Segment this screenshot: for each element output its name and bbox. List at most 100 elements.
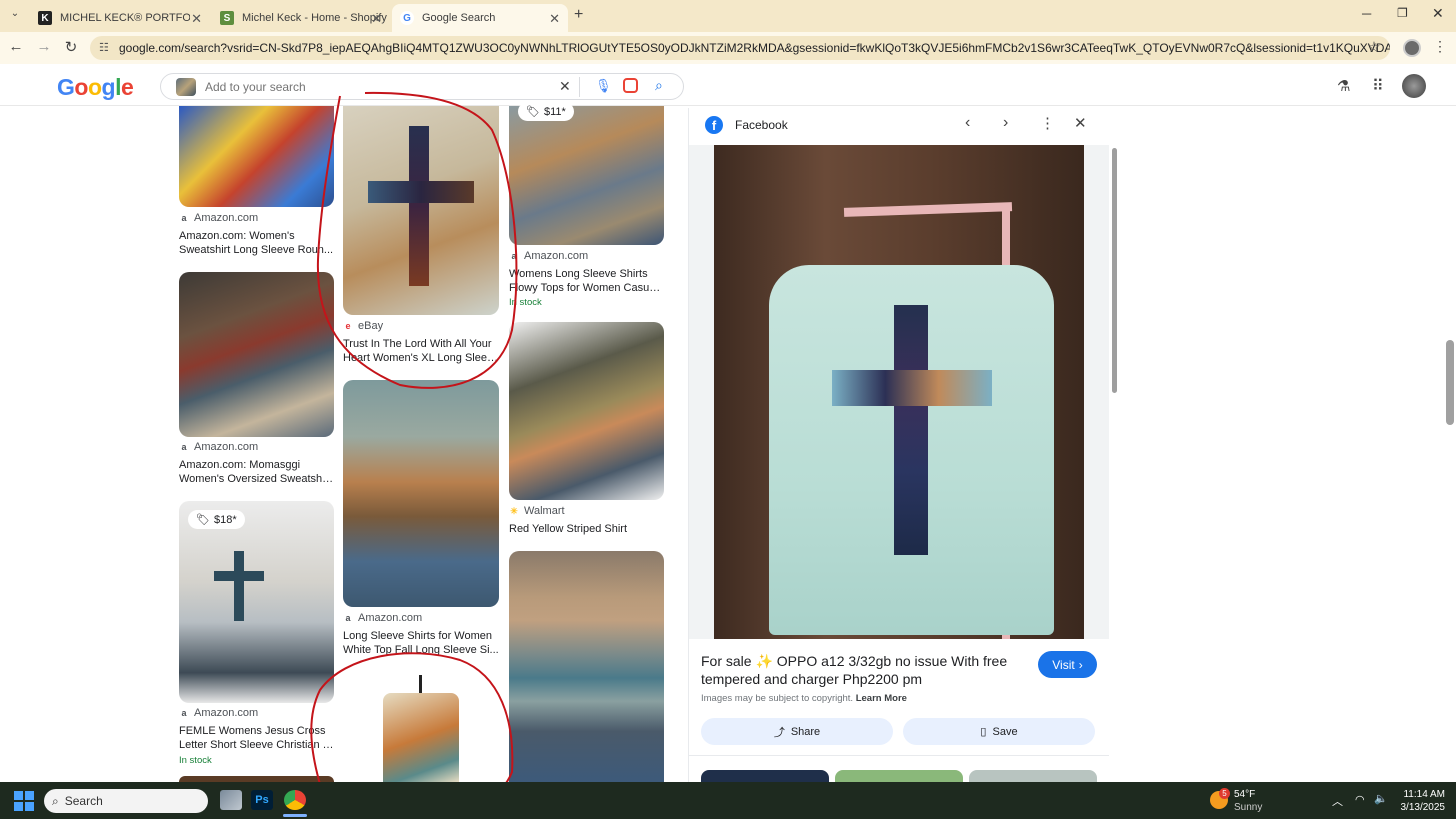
close-panel-icon[interactable]: ✕ <box>1074 114 1087 132</box>
wifi-icon[interactable]: ◠ <box>1355 793 1365 806</box>
search-icon: ⌕ <box>52 793 59 808</box>
close-icon[interactable]: ✕ <box>191 11 202 27</box>
visit-button[interactable]: Visit › <box>1038 651 1097 678</box>
search-input[interactable] <box>205 78 545 96</box>
clock-time[interactable]: 11:14 AM <box>1393 789 1445 800</box>
stock-status: In stock <box>509 297 542 308</box>
apps-grid-icon[interactable]: ⠿ <box>1372 76 1384 96</box>
cross-graphic <box>894 305 928 555</box>
shopify-icon: S <box>220 11 234 25</box>
related-image[interactable] <box>701 770 829 782</box>
result-title[interactable]: Amazon.com: Women's Sweatshirt Long Sleev… <box>179 229 335 257</box>
learn-more-link[interactable]: Learn More <box>856 693 907 704</box>
result-image[interactable] <box>509 322 664 500</box>
result-title[interactable]: Womens Long Sleeve Shirts Flowy Tops for … <box>509 267 665 295</box>
weather-badge: 5 <box>1219 788 1230 799</box>
price-tag-icon: 🏷 <box>526 106 540 118</box>
minimize-icon[interactable]: ─ <box>1362 6 1371 21</box>
panel-title[interactable]: For sale ✨ OPPO a12 3/32gb no issue With… <box>701 652 1021 688</box>
result-image[interactable] <box>179 272 334 437</box>
panel-main-image[interactable] <box>714 145 1084 639</box>
tab-shopify[interactable]: S Michel Keck - Home - Shopify ✕ <box>212 4 390 32</box>
result-source[interactable]: e eBay <box>343 320 383 332</box>
google-lens-icon[interactable] <box>623 78 638 93</box>
result-title[interactable]: Red Yellow Striped Shirt <box>509 522 665 536</box>
google-logo[interactable]: Google <box>57 74 134 101</box>
result-source[interactable]: a Amazon.com <box>179 212 258 224</box>
url-text: google.com/search?vsrid=CN-Skd7P8_iepAEQ… <box>119 41 1390 55</box>
related-image[interactable] <box>835 770 963 782</box>
result-title[interactable]: Amazon.com: Momasggi Women's Oversized Sw… <box>179 458 335 486</box>
result-image[interactable] <box>509 106 664 245</box>
weather-temp[interactable]: 54°F <box>1234 789 1255 800</box>
search-icon[interactable]: ⌕ <box>655 77 663 94</box>
panel-site-name[interactable]: Facebook <box>735 118 788 132</box>
result-source[interactable]: a Amazon.com <box>509 250 588 262</box>
result-image[interactable] <box>343 671 499 782</box>
tray-chevron-up-icon[interactable]: ︿ <box>1332 793 1343 809</box>
account-avatar[interactable] <box>1402 74 1426 98</box>
close-icon[interactable]: ✕ <box>371 11 382 27</box>
amazon-icon: a <box>181 213 187 223</box>
restore-icon[interactable]: ❐ <box>1397 6 1408 20</box>
related-image[interactable] <box>969 770 1097 782</box>
reload-icon[interactable]: ↻ <box>61 38 81 56</box>
amazon-icon: a <box>345 613 351 623</box>
share-button[interactable]: ⤴ Share <box>701 718 893 745</box>
result-image[interactable] <box>179 501 334 703</box>
result-source[interactable]: a Amazon.com <box>179 707 258 719</box>
page-scrollbar[interactable] <box>1446 340 1454 425</box>
save-button[interactable]: ▯ Save <box>903 718 1095 745</box>
volume-icon[interactable]: 🔈 <box>1374 792 1388 805</box>
close-icon[interactable]: ✕ <box>549 11 560 27</box>
more-options-icon[interactable]: ⋮ <box>1040 114 1055 132</box>
next-chevron-icon[interactable]: › <box>1003 114 1008 132</box>
query-image-thumbnail[interactable] <box>176 78 196 96</box>
clock-date[interactable]: 3/13/2025 <box>1393 802 1446 813</box>
walmart-spark-icon: ✳ <box>510 505 518 516</box>
result-image[interactable] <box>343 106 499 315</box>
result-image[interactable] <box>343 380 499 607</box>
result-title[interactable]: Trust In The Lord With All Your Heart Wom… <box>343 337 499 365</box>
google-icon: G <box>400 11 414 25</box>
back-icon[interactable]: ← <box>6 38 26 55</box>
microphone-icon[interactable]: 🎙 <box>595 78 612 94</box>
bookmark-star-icon[interactable]: ☆ <box>1364 38 1384 56</box>
tshirt-graphic <box>383 693 459 782</box>
result-source[interactable]: a Amazon.com <box>343 612 422 624</box>
tab-search-chevron-icon[interactable]: ⌄ <box>6 8 24 24</box>
result-title[interactable]: Long Sleeve Shirts for Women White Top Fa… <box>343 629 499 657</box>
result-source[interactable]: ✳ Walmart <box>509 505 564 517</box>
forward-icon[interactable]: → <box>34 38 54 55</box>
tab-title: MICHEL KECK® PORTFOLIO – N <box>60 12 190 24</box>
labs-flask-icon[interactable]: ⚗ <box>1337 77 1350 95</box>
clear-search-icon[interactable]: ✕ <box>559 78 571 95</box>
ebay-icon: e <box>345 321 351 331</box>
divider <box>579 77 580 97</box>
profile-avatar[interactable] <box>1403 39 1421 57</box>
browser-menu-icon[interactable]: ⋮ <box>1430 38 1450 55</box>
photoshop-icon[interactable]: Ps <box>251 790 273 810</box>
site-info-icon[interactable]: ☷ <box>99 36 109 60</box>
tab-portfolio[interactable]: K MICHEL KECK® PORTFOLIO – N ✕ <box>30 4 210 32</box>
task-view-icon[interactable] <box>220 790 242 810</box>
previous-chevron-icon[interactable]: ‹ <box>965 114 970 132</box>
taskbar-search[interactable]: ⌕ Search <box>44 789 208 813</box>
windows-start-icon[interactable] <box>14 791 34 811</box>
share-icon: ⤴ <box>773 726 785 739</box>
result-image[interactable] <box>179 106 334 207</box>
divider <box>689 755 1109 756</box>
result-title[interactable]: FEMLE Womens Jesus Cross Letter Short Sle… <box>179 724 335 752</box>
new-tab-icon[interactable]: + <box>574 6 583 24</box>
tab-title: Michel Keck - Home - Shopify <box>242 12 387 24</box>
address-bar[interactable]: ☷ google.com/search?vsrid=CN-Skd7P8_iepA… <box>90 36 1390 60</box>
result-source[interactable]: a Amazon.com <box>179 441 258 453</box>
result-image[interactable] <box>509 551 664 782</box>
chrome-icon[interactable] <box>284 790 306 810</box>
tab-google-search[interactable]: G Google Search ✕ <box>392 4 568 32</box>
weather-condition[interactable]: Sunny <box>1234 802 1262 813</box>
price-badge: 🏷 $18* <box>188 510 245 529</box>
panel-scrollbar[interactable] <box>1112 148 1117 393</box>
search-box[interactable]: ✕ 🎙 ⌕ <box>160 73 684 100</box>
window-close-icon[interactable]: ✕ <box>1432 5 1444 22</box>
